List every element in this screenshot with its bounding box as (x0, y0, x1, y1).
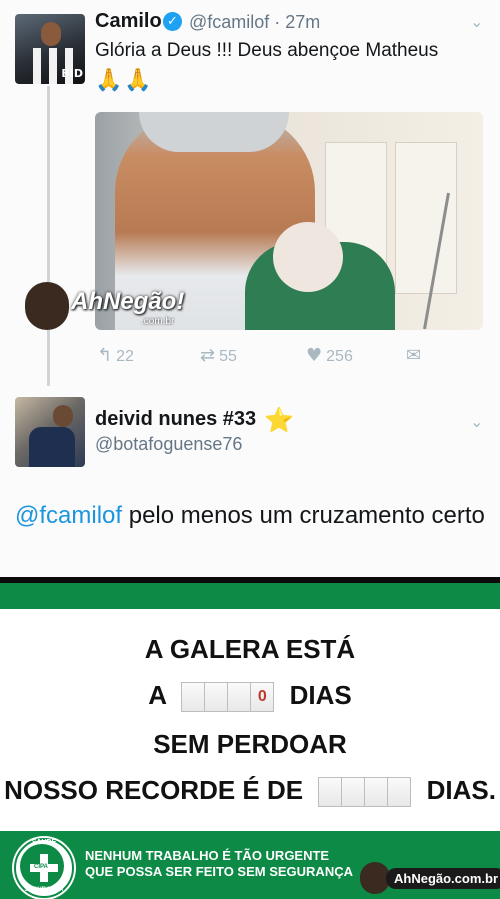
cipa-top-text: SAÚDE (31, 839, 57, 846)
watermark-face-icon (25, 282, 69, 330)
chevron-down-icon[interactable]: ⌄ (470, 412, 483, 431)
avatar-head (53, 405, 73, 427)
tweet-handle-time: @fcamilof · 27m (189, 12, 321, 32)
reply-icon: ↰ (97, 345, 113, 366)
direct-message-action[interactable]: ✉ (406, 345, 425, 366)
record-counter (318, 777, 412, 808)
heart-icon: ♥ (306, 345, 323, 366)
watermark-domain: .com.br (141, 316, 175, 327)
reply-action[interactable]: ↰ 22 (97, 345, 134, 366)
counter-digit (228, 683, 252, 712)
sign-line-4-prefix: NOSSO RECORDE É DE (4, 775, 304, 805)
sign-top-band (0, 583, 500, 609)
envelope-icon: ✉ (406, 345, 422, 366)
reply-text: @fcamilof pelo menos um cruzamento certo (15, 497, 495, 535)
praying-hands-emoji: 🙏🙏 (95, 68, 154, 93)
badge-text: AhNegão.com.br (386, 868, 500, 889)
camilo-avatar[interactable]: BID (15, 14, 85, 84)
photo-baby-shape (273, 222, 343, 292)
sign-line-3: SEM PERDOAR (153, 729, 347, 759)
star-emoji: ⭐ (264, 406, 294, 434)
verified-badge-icon: ✓ (163, 12, 182, 31)
tweet-text: Glória a Deus !!! Deus abençoe Matheus (95, 40, 439, 61)
sign-line-2-prefix: A (148, 680, 167, 710)
counter-digit (388, 778, 411, 807)
reply-body: pelo menos um cruzamento certo (122, 502, 485, 529)
counter-digit (205, 683, 229, 712)
counter-digit (365, 778, 389, 807)
footer-line-2: QUE POSSA SER FEITO SEM SEGURANÇA (85, 864, 353, 879)
retweet-action[interactable]: ⇄ 55 (200, 345, 237, 366)
cipa-bottom-text: SEGURANÇA (24, 887, 64, 893)
tweet-thread: BID Camilo ✓ @fcamilof · 27m ⌄ Glória a … (0, 0, 500, 577)
chevron-down-icon[interactable]: ⌄ (470, 12, 483, 31)
jersey-stripe (33, 48, 41, 84)
thread-connector-line (47, 86, 50, 386)
jersey-stripe (49, 48, 57, 84)
cabinet-shape (395, 142, 457, 294)
sign-footer-message: NENHUM TRABALHO É TÃO URGENTE QUE POSSA … (85, 848, 365, 880)
tweet-author-name[interactable]: Camilo (95, 10, 162, 33)
photo-cap-shape (139, 112, 289, 152)
reply-handle: @botafoguense76 (95, 434, 243, 454)
footer-line-1: NENHUM TRABALHO É TÃO URGENTE (85, 848, 330, 863)
deivid-avatar[interactable] (15, 397, 85, 467)
reply-author-name[interactable]: deivid nunes #33 (95, 408, 256, 431)
counter-digit (342, 778, 366, 807)
watermark-brand: AhNegão! (71, 288, 185, 315)
like-action[interactable]: ♥ 256 (306, 345, 353, 366)
cipa-center-text: CIPA (34, 864, 48, 870)
retweet-icon: ⇄ (200, 345, 216, 366)
days-counter: 0 (181, 682, 275, 713)
mention-link[interactable]: @fcamilof (15, 502, 122, 529)
retweet-count: 55 (219, 348, 237, 365)
counter-digit (182, 683, 206, 712)
avatar-caption: BID (61, 67, 83, 80)
sign-line-4-suffix: DIAS. (426, 775, 496, 805)
sign-line-2-suffix: DIAS (289, 680, 352, 710)
counter-digit-last: 0 (251, 683, 274, 712)
avatar-head (41, 22, 61, 46)
reply-count: 22 (116, 348, 134, 365)
sign-line-2: A 0 DIAS (0, 680, 500, 713)
counter-digit (319, 778, 343, 807)
avatar-body (29, 427, 75, 467)
like-count: 256 (326, 348, 353, 365)
sign-line-1: A GALERA ESTÁ (144, 634, 356, 664)
sign-line-4: NOSSO RECORDE É DE DIAS. (0, 775, 500, 808)
cipa-logo-icon: CIPA SAÚDE SEGURANÇA (14, 838, 74, 898)
